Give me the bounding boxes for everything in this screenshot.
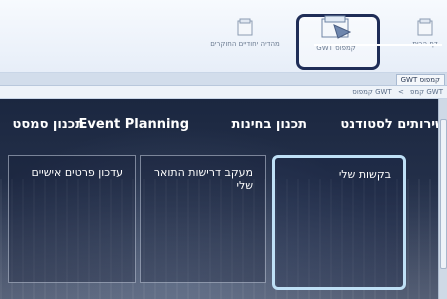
- folder-icon: [237, 18, 253, 36]
- breadcrumb-item[interactable]: GWT קמפ: [410, 86, 443, 98]
- tab-campus[interactable]: GWT קמפוס: [395, 74, 445, 85]
- tile-label: בקשות שלי: [338, 168, 391, 181]
- breadcrumb: GWT קמפ > GWT קמפוס: [0, 86, 447, 99]
- main-nav: שירותים לסטודנט תכנון בחינות Event Plann…: [0, 99, 447, 151]
- tab-strip: GWT קמפוס: [0, 73, 447, 86]
- top-toolbar: דף הבית קמפוס GWT מהדיה יחודיים החוקרים: [0, 0, 447, 73]
- folder-icon: [417, 18, 433, 36]
- breadcrumb-separator: >: [397, 88, 404, 96]
- active-nav-underline: [314, 44, 442, 46]
- research-tool[interactable]: מהדיה יחודיים החוקרים: [205, 18, 285, 66]
- tile-degree-tracking[interactable]: מעקב דרישות התואר שלי: [140, 155, 266, 283]
- home-tool[interactable]: דף הבית: [405, 18, 445, 66]
- campus-folder-icon: [321, 15, 352, 39]
- breadcrumb-item[interactable]: GWT קמפוס: [352, 86, 391, 98]
- app-window: דף הבית קמפוס GWT מהדיה יחודיים החוקרים …: [0, 0, 447, 299]
- vertical-scrollbar[interactable]: [438, 99, 447, 299]
- nav-semester-planning[interactable]: תכנון סמסט: [13, 117, 85, 133]
- tile-label: מעקב דרישות התואר שלי: [153, 166, 253, 192]
- nav-student-services[interactable]: שירותים לסטודנט: [340, 117, 445, 133]
- tile-my-requests[interactable]: בקשות שלי: [272, 155, 406, 290]
- nav-exam-planning[interactable]: תכנון בחינות: [231, 117, 307, 133]
- research-label: מהדיה יחודיים החוקרים: [210, 40, 280, 48]
- scroll-thumb[interactable]: [440, 119, 447, 269]
- nav-event-planning[interactable]: Event Planning: [79, 117, 189, 133]
- tile-personal-details[interactable]: עדכון פרטים אישיים: [8, 155, 136, 283]
- tile-label: עדכון פרטים אישיים: [31, 166, 124, 179]
- campus-tool[interactable]: קמפוס GWT: [296, 14, 376, 62]
